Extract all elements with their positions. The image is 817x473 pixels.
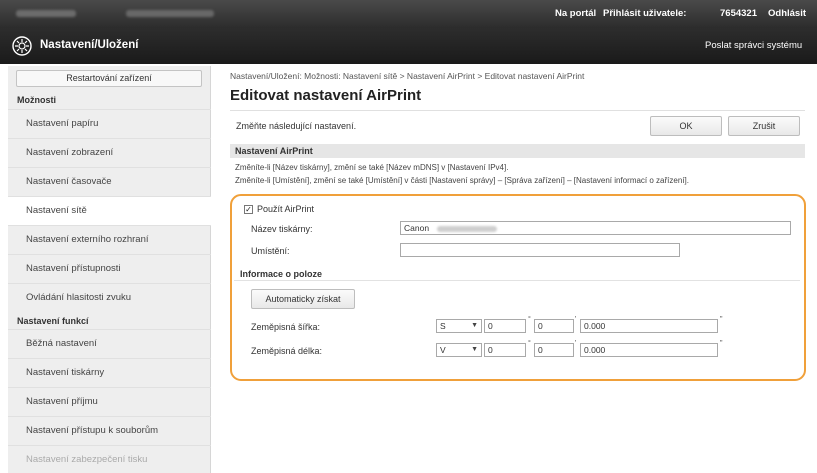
latitude-degrees-field[interactable]: 0: [484, 319, 526, 333]
longitude-degrees-field[interactable]: 0: [484, 343, 526, 357]
ok-button[interactable]: OK: [650, 116, 722, 136]
cancel-button[interactable]: Zrušit: [728, 116, 800, 136]
minute-mark: ': [575, 316, 577, 323]
page-header: Nastavení/Uložení Poslat správci systému: [0, 28, 817, 64]
sidebar-item-volume[interactable]: Ovládání hlasitosti zvuku: [8, 283, 211, 312]
blurred-device-info: [126, 10, 214, 17]
sidebar-item-file-access[interactable]: Nastavení přístupu k souborům: [8, 416, 211, 445]
main-content: Nastavení/Uložení: Možnosti: Nastavení s…: [222, 66, 817, 473]
note-location: Změníte-li [Umístění], změní se také [Um…: [235, 176, 689, 185]
latitude-seconds-field[interactable]: 0.000: [580, 319, 718, 333]
settings-register-icon: [12, 36, 32, 56]
chevron-down-icon: ▼: [471, 322, 478, 329]
longitude-minutes-field[interactable]: 0: [534, 343, 574, 357]
minute-mark: ': [575, 340, 577, 347]
portal-link[interactable]: Na portál: [555, 8, 596, 19]
latitude-minutes-field[interactable]: 0: [534, 319, 574, 333]
auto-get-button[interactable]: Automaticky získat: [251, 289, 355, 309]
latitude-direction-select[interactable]: S ▼: [436, 319, 482, 333]
use-airprint-checkbox[interactable]: ✓: [244, 205, 253, 214]
location-field[interactable]: [400, 243, 680, 257]
printer-name-field[interactable]: Canon: [400, 221, 791, 235]
sidebar-item-paper[interactable]: Nastavení papíru: [8, 109, 211, 138]
sidebar-item-common[interactable]: Běžná nastavení: [8, 329, 211, 358]
use-airprint-label: Použít AirPrint: [257, 204, 315, 214]
sidebar-item-receive[interactable]: Nastavení příjmu: [8, 387, 211, 416]
longitude-label: Zeměpisná délka:: [251, 346, 323, 356]
sidebar-item-network[interactable]: Nastavení sítě: [8, 196, 211, 225]
mail-admin-link[interactable]: Poslat správci systému: [705, 40, 802, 51]
divider: [230, 110, 805, 111]
section-title-airprint: Nastavení AirPrint: [230, 144, 805, 158]
note-printer-name: Změníte-li [Název tiskárny], změní se ta…: [235, 163, 509, 172]
location-info-title: Informace o poloze: [240, 269, 323, 279]
sidebar: Restartování zařízení Možnosti Nastavení…: [8, 66, 211, 473]
chevron-down-icon: ▼: [471, 346, 478, 353]
sidebar-item-display[interactable]: Nastavení zobrazení: [8, 138, 211, 167]
printer-name-value: Canon: [404, 223, 430, 233]
user-id: 7654321: [720, 8, 757, 19]
sidebar-item-accessibility[interactable]: Nastavení přístupnosti: [8, 254, 211, 283]
logout-link[interactable]: Odhlásit: [768, 8, 806, 19]
header-title: Nastavení/Uložení: [40, 39, 139, 51]
logged-user-label: Přihlásit uživatele:: [603, 8, 687, 19]
degree-mark: °: [528, 340, 531, 347]
sidebar-item-timer[interactable]: Nastavení časovače: [8, 167, 211, 196]
instruction-text: Změňte následující nastavení.: [236, 121, 357, 131]
sidebar-section-moznosti: Možnosti: [17, 95, 56, 105]
second-mark: ": [720, 316, 723, 323]
restart-device-button[interactable]: Restartování zařízení: [16, 70, 202, 87]
blurred-text: [437, 225, 498, 232]
second-mark: ": [720, 340, 723, 347]
longitude-direction-value: V: [440, 345, 446, 355]
latitude-direction-value: S: [440, 321, 446, 331]
sidebar-section-funkce: Nastavení funkcí: [17, 316, 89, 326]
longitude-direction-select[interactable]: V ▼: [436, 343, 482, 357]
page-title: Editovat nastavení AirPrint: [230, 87, 422, 104]
latitude-label: Zeměpisná šířka:: [251, 322, 321, 332]
printer-name-label: Název tiskárny:: [251, 224, 313, 234]
location-label: Umístění:: [251, 246, 290, 256]
divider: [234, 280, 800, 281]
sidebar-item-secure-print[interactable]: Nastavení zabezpečení tisku: [8, 445, 211, 473]
longitude-seconds-field[interactable]: 0.000: [580, 343, 718, 357]
sidebar-item-printer[interactable]: Nastavení tiskárny: [8, 358, 211, 387]
top-bar: Na portál Přihlásit uživatele: 7654321 O…: [0, 0, 817, 28]
breadcrumb: Nastavení/Uložení: Možnosti: Nastavení s…: [230, 71, 585, 81]
blurred-device-name: [16, 10, 76, 17]
degree-mark: °: [528, 316, 531, 323]
sidebar-item-external-interface[interactable]: Nastavení externího rozhraní: [8, 225, 211, 254]
